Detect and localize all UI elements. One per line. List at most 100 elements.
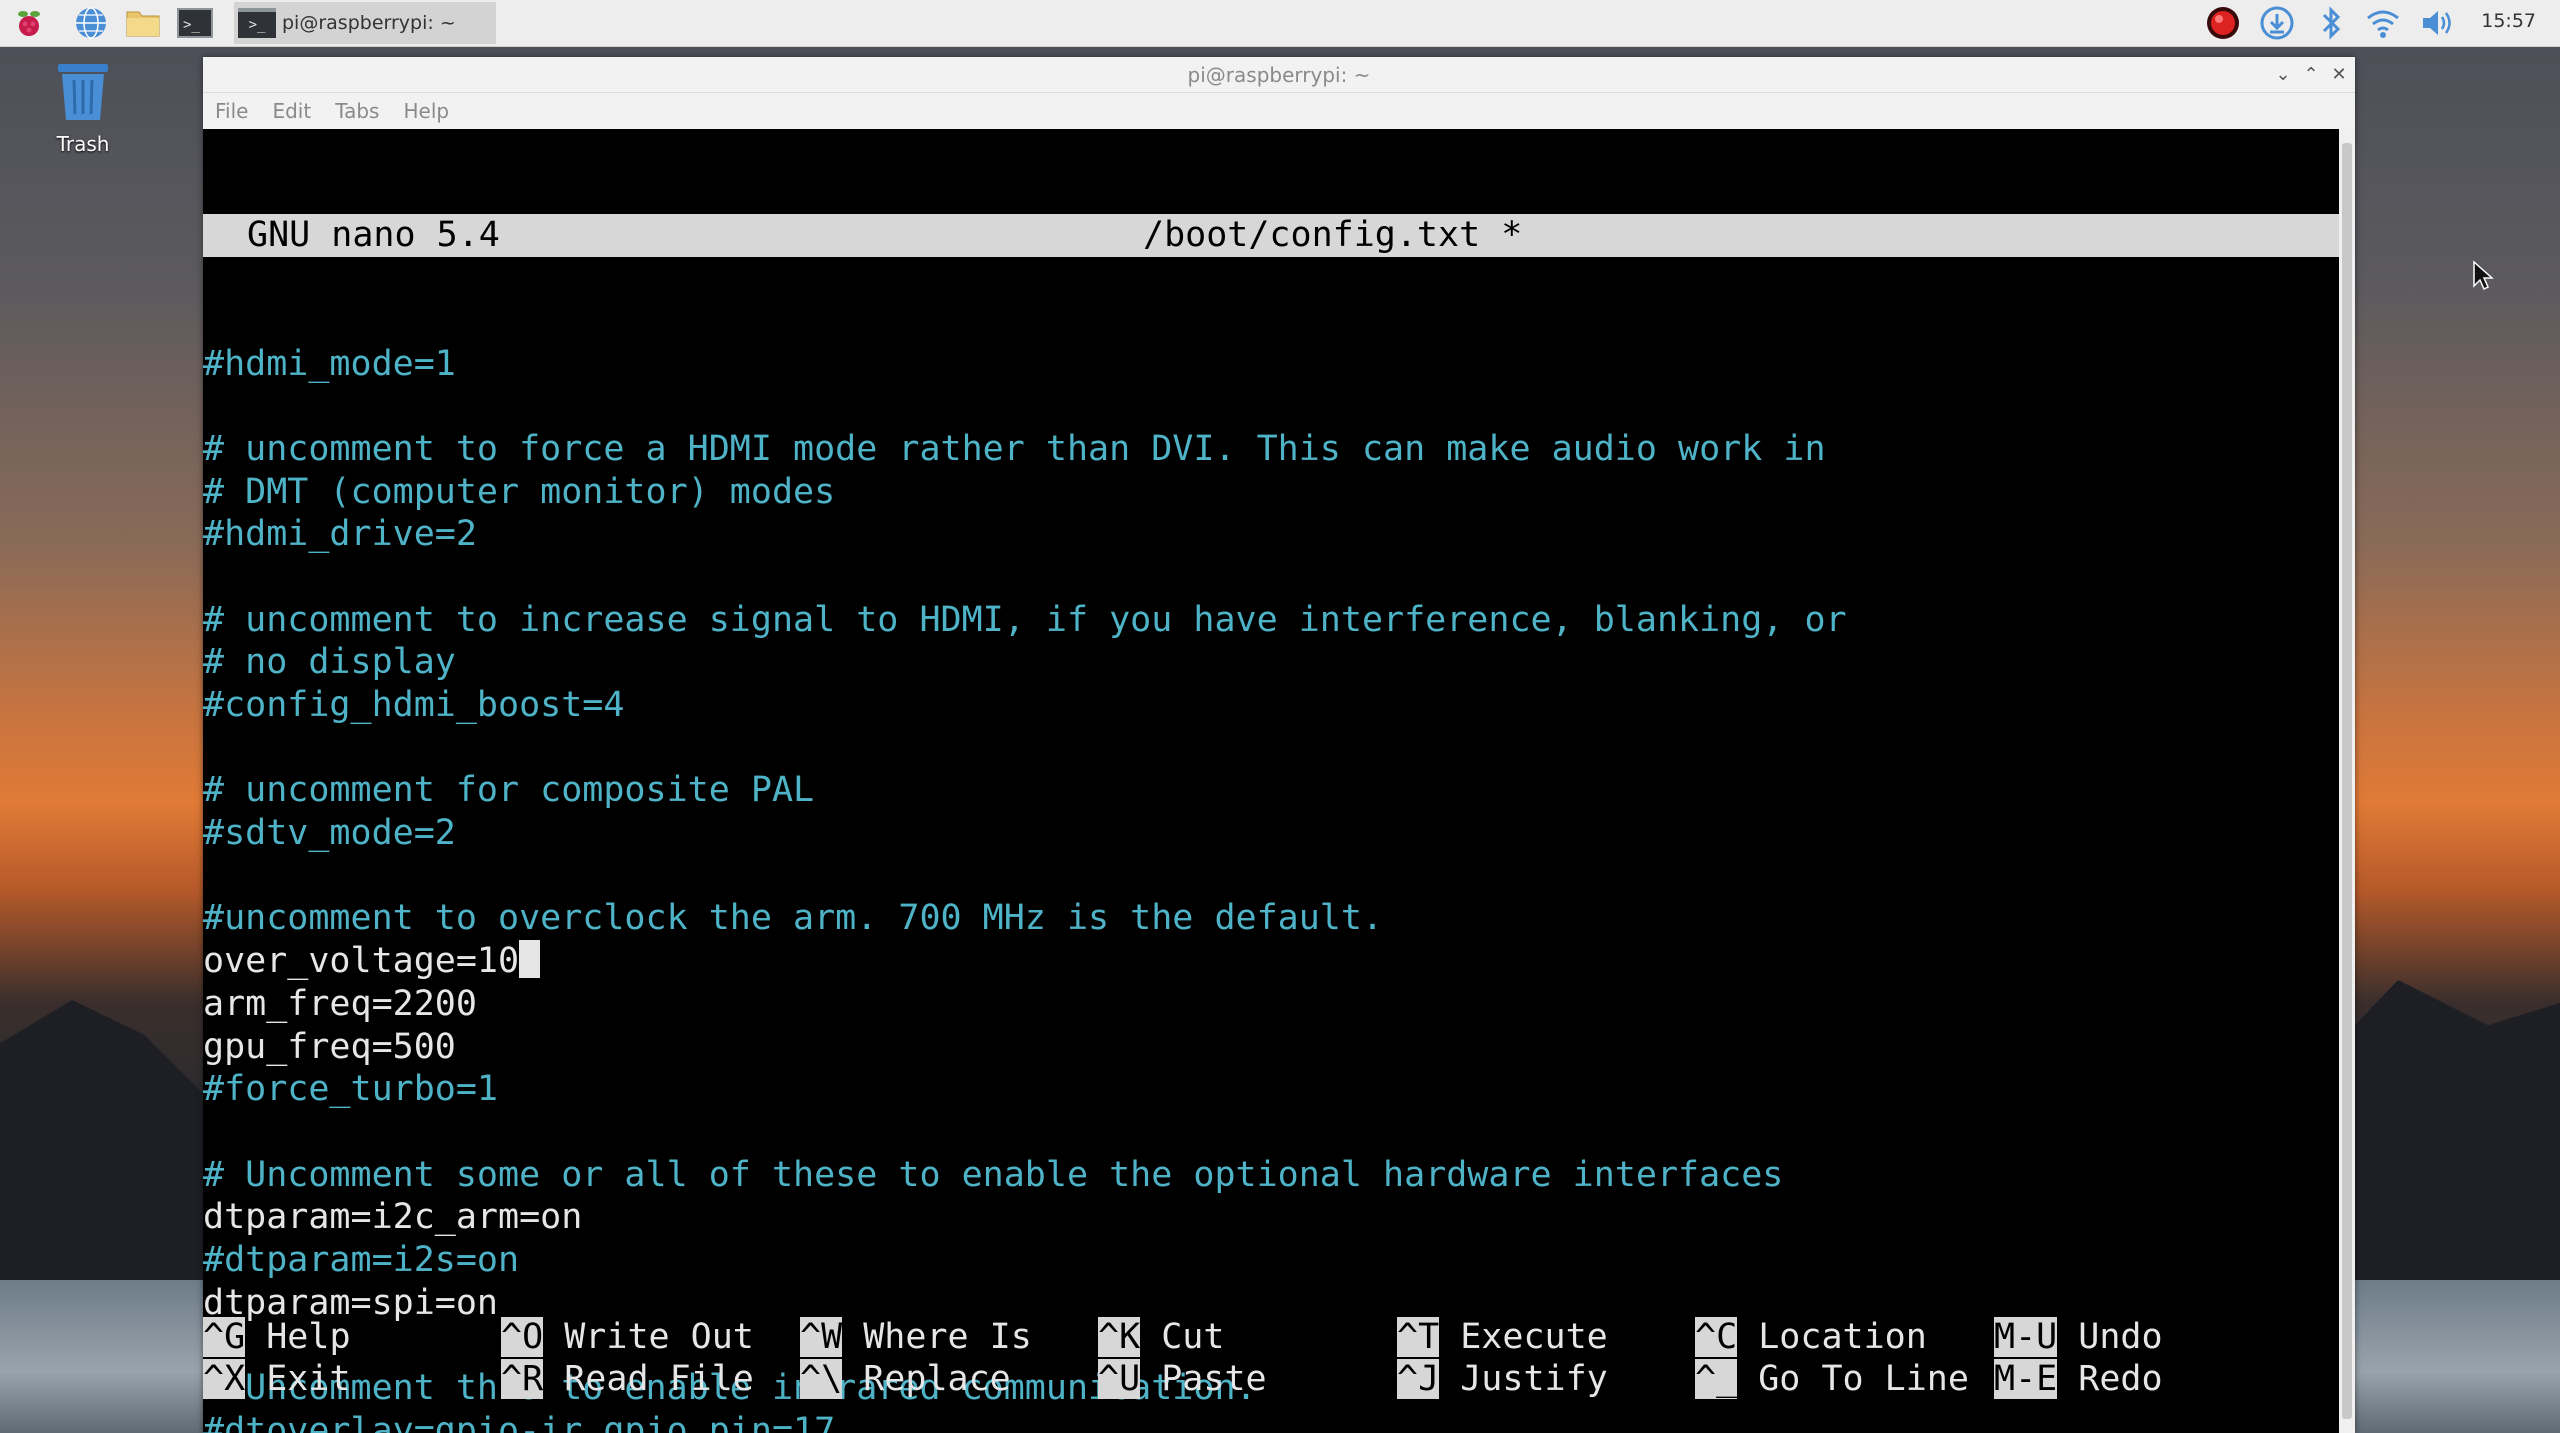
shortcut-write-out[interactable]: ^O Write Out [501,1316,754,1359]
file-line-text: # uncomment to force a HDMI mode rather … [203,428,1826,469]
file-manager-icon[interactable] [124,4,162,42]
file-line[interactable]: # uncomment to increase signal to HDMI, … [203,599,2339,642]
shortcut-exit[interactable]: ^X Exit [203,1358,351,1401]
taskbar-task-terminal[interactable]: >_ pi@raspberrypi: ~ [234,2,496,44]
file-line-text: #config_hdmi_boost=4 [203,685,625,725]
file-line[interactable]: # uncomment for composite PAL [203,769,2339,812]
desktop-trash[interactable]: Trash [40,62,126,156]
shortcut-label: Redo [2057,1359,2163,1399]
file-line-text: # no display [203,642,456,683]
shortcut-label: Undo [2057,1317,2163,1357]
file-line[interactable] [203,385,2339,428]
file-line[interactable] [203,855,2339,898]
file-line[interactable]: # Uncomment some or all of these to enab… [203,1154,2339,1197]
scrollbar-thumb[interactable] [2342,143,2352,1419]
shortcut-cut[interactable]: ^K Cut [1098,1316,1224,1359]
file-line[interactable]: #force_turbo=1 [203,1068,2339,1111]
shortcut-replace[interactable]: ^\ Replace [800,1358,1011,1401]
file-line[interactable]: #config_hdmi_boost=4 [203,684,2339,727]
shortcut-key: ^O [501,1317,544,1357]
window-titlebar[interactable]: pi@raspberrypi: ~ ⌄ ⌃ ✕ [203,57,2355,93]
shortcut-key: ^W [800,1317,843,1357]
shortcut-key: ^C [1695,1317,1738,1357]
shortcut-go-to-line[interactable]: ^_ Go To Line [1695,1358,1969,1401]
file-content[interactable]: #hdmi_mode=1 # uncomment to force a HDMI … [203,343,2339,1433]
file-line-text: #uncomment to overclock the arm. 700 MHz… [203,898,1384,939]
shortcut-justify[interactable]: ^J Justify [1397,1358,1608,1401]
nano-filename: /boot/config.txt * [1143,215,1523,256]
shortcut-key: ^R [501,1359,544,1399]
shortcut-label: Write Out [543,1317,754,1357]
text-cursor [519,940,541,979]
file-line[interactable]: #dtoverlay=gpio-ir,gpio_pin=17 [203,1410,2339,1433]
shortcut-label: Replace [842,1359,1011,1399]
nano-header: GNU nano 5.4 /boot/config.txt * [203,214,2339,258]
shortcut-key: ^X [203,1359,246,1399]
file-line[interactable]: # no display [203,641,2339,684]
terminal-content[interactable]: GNU nano 5.4 /boot/config.txt * #hdmi_mo… [203,129,2339,1433]
window-menubar: File Edit Tabs Help [203,93,2355,130]
file-line[interactable]: #uncomment to overclock the arm. 700 MHz… [203,897,2339,940]
file-line-text: #dtparam=i2s=on [203,1239,520,1280]
shortcut-where-is[interactable]: ^W Where Is [800,1316,1032,1359]
file-line-text: # Uncomment some or all of these to enab… [203,1154,1784,1195]
scrollbar[interactable] [2339,129,2355,1433]
close-button[interactable]: ✕ [2327,62,2351,86]
shortcut-label: Justify [1439,1359,1608,1399]
maximize-button[interactable]: ⌃ [2299,62,2323,86]
file-line-text: #dtoverlay=gpio-ir,gpio_pin=17 [203,1410,836,1433]
file-line[interactable]: arm_freq=2200 [203,983,2339,1026]
file-line-text: gpu_freq=500 [203,1026,456,1067]
terminal-task-icon: >_ [238,8,276,38]
file-line[interactable]: #sdtv_mode=2 [203,812,2339,855]
shortcut-help[interactable]: ^G Help [203,1316,351,1359]
shortcut-label: Go To Line [1737,1359,1969,1399]
terminal-icon[interactable]: >_ [176,4,214,42]
task-label: pi@raspberrypi: ~ [282,12,456,34]
download-icon[interactable] [2258,4,2296,42]
file-line[interactable]: #dtparam=i2s=on [203,1239,2339,1282]
shortcut-key: M-U [1994,1317,2058,1357]
raspberry-menu-icon[interactable] [10,4,48,42]
file-line[interactable]: #hdmi_mode=1 [203,343,2339,386]
shortcut-paste[interactable]: ^U Paste [1098,1358,1267,1401]
menu-edit[interactable]: Edit [272,99,311,123]
web-browser-icon[interactable] [72,4,110,42]
shortcut-key: ^U [1098,1359,1141,1399]
top-panel: >_ >_ pi@raspberrypi: ~ 15:57 [0,0,2560,47]
shortcut-label: Where Is [842,1317,1032,1357]
trash-label: Trash [56,132,110,156]
shortcut-label: Paste [1140,1359,1267,1399]
menu-help[interactable]: Help [403,99,449,123]
file-line[interactable]: # DMT (computer monitor) modes [203,471,2339,514]
file-line-text: # DMT (computer monitor) modes [203,471,836,512]
shortcut-undo[interactable]: M-U Undo [1994,1316,2163,1359]
clock: 15:57 [2481,10,2536,32]
file-line-text: #force_turbo=1 [203,1069,499,1110]
shortcut-key: ^_ [1695,1359,1738,1399]
file-line-text: #sdtv_mode=2 [203,813,456,854]
menu-file[interactable]: File [215,99,248,123]
wifi-icon[interactable] [2364,4,2402,42]
file-line[interactable] [203,1111,2339,1154]
shortcut-redo[interactable]: M-E Redo [1994,1358,2163,1401]
file-line-text: arm_freq=2200 [203,983,477,1024]
file-line[interactable]: over_voltage=10 [203,940,2339,983]
file-line[interactable]: # uncomment to force a HDMI mode rather … [203,428,2339,471]
menu-tabs[interactable]: Tabs [335,99,379,123]
minimize-button[interactable]: ⌄ [2271,62,2295,86]
file-line[interactable]: #hdmi_drive=2 [203,513,2339,556]
shortcut-read-file[interactable]: ^R Read File [501,1358,754,1401]
bluetooth-icon[interactable] [2312,4,2350,42]
record-icon[interactable] [2204,4,2242,42]
shortcut-execute[interactable]: ^T Execute [1397,1316,1608,1359]
file-line[interactable] [203,727,2339,770]
file-line[interactable]: dtparam=i2c_arm=on [203,1196,2339,1239]
shortcut-location[interactable]: ^C Location [1695,1316,1927,1359]
shortcut-label: Read File [543,1359,754,1399]
file-line-text: #hdmi_drive=2 [203,514,477,555]
file-line[interactable]: gpu_freq=500 [203,1026,2339,1069]
file-line[interactable] [203,556,2339,599]
svg-text:>_: >_ [183,17,200,33]
volume-icon[interactable] [2418,4,2456,42]
